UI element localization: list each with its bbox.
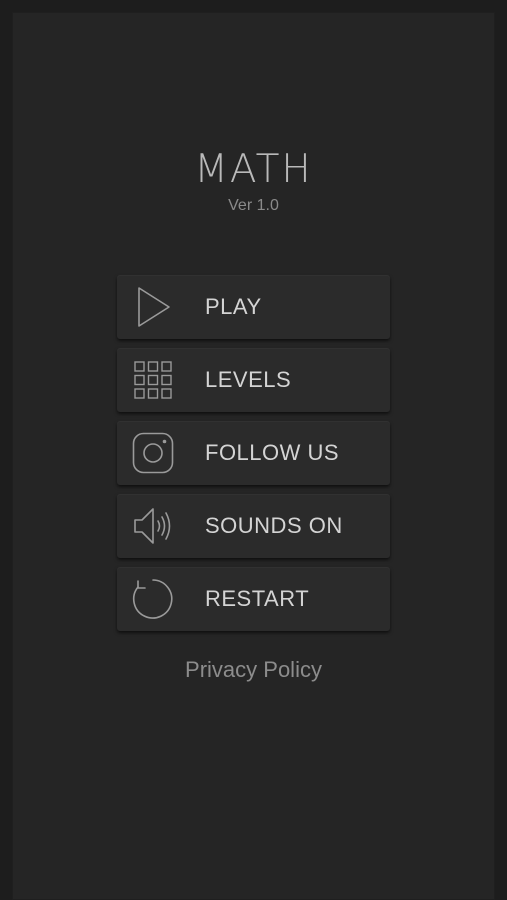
follow-us-label: FOLLOW US — [205, 440, 340, 465]
restart-icon — [131, 577, 175, 621]
restart-label: RESTART — [205, 586, 310, 611]
follow-us-button[interactable]: FOLLOW US — [117, 421, 390, 485]
sounds-label: SOUNDS ON — [205, 513, 343, 538]
speaker-icon — [131, 504, 175, 548]
play-icon — [131, 285, 175, 329]
privacy-policy-link[interactable]: Privacy Policy — [0, 657, 507, 683]
version-label: Ver 1.0 — [228, 197, 279, 214]
restart-button[interactable]: RESTART — [117, 567, 390, 631]
instagram-icon — [131, 431, 175, 475]
play-button[interactable]: PLAY — [117, 275, 390, 339]
main-menu: PLAY LEVELS FOLLOW US SOUNDS ON RESTART — [117, 275, 390, 640]
levels-label: LEVELS — [205, 367, 292, 392]
play-label: PLAY — [205, 294, 262, 319]
app-title: MATH — [194, 147, 313, 192]
grid-icon — [131, 358, 175, 402]
levels-button[interactable]: LEVELS — [117, 348, 390, 412]
sounds-toggle-button[interactable]: SOUNDS ON — [117, 494, 390, 558]
